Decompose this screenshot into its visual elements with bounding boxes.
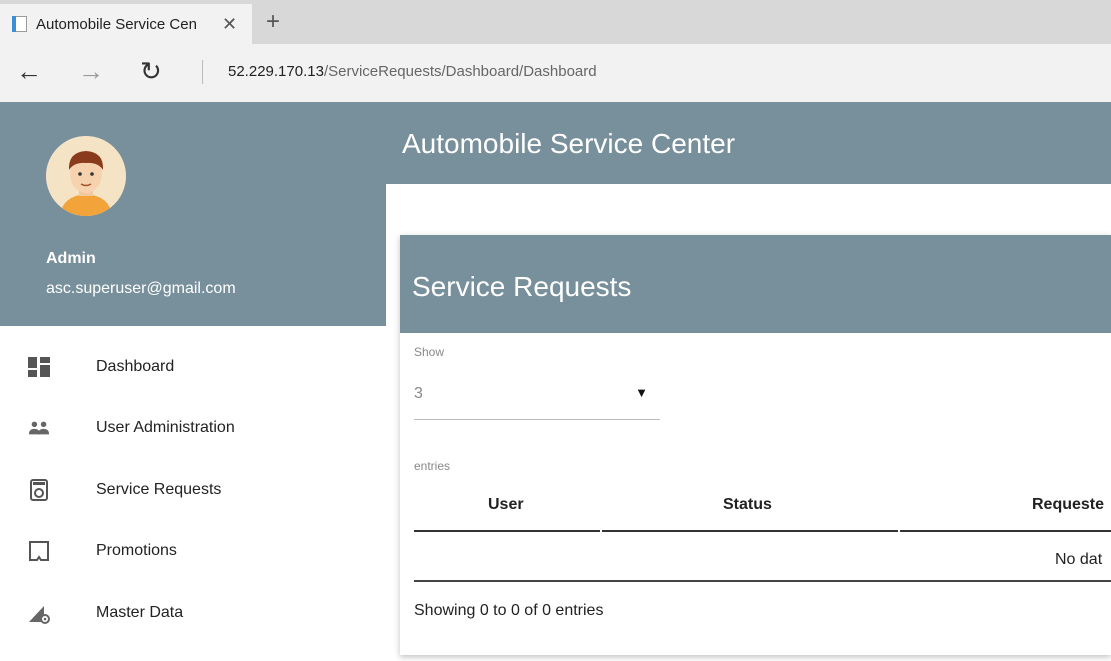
table-header-divider xyxy=(900,530,1111,532)
sidebar-item-label: User Administration xyxy=(96,419,235,437)
close-tab-icon[interactable]: ✕ xyxy=(222,14,237,35)
card-header: Service Requests xyxy=(400,235,1111,333)
card-title: Service Requests xyxy=(412,271,632,302)
toolbar-divider xyxy=(202,60,203,84)
user-profile-panel: Admin asc.superuser@gmail.com xyxy=(0,102,386,326)
column-header-user[interactable]: User xyxy=(488,496,524,514)
new-tab-button[interactable]: + xyxy=(266,10,280,34)
tab-title: Automobile Service Cen xyxy=(36,15,197,33)
service-requests-icon xyxy=(28,478,50,501)
url-host: 52.229.170.13 xyxy=(228,63,324,80)
app-title: Automobile Service Center xyxy=(402,128,736,159)
url-path: /ServiceRequests/Dashboard/Dashboard xyxy=(323,63,597,80)
table-info: Showing 0 to 0 of 0 entries xyxy=(414,602,604,619)
page-size-value: 3 xyxy=(414,385,423,402)
table-row-divider xyxy=(414,580,1111,582)
sidebar-item-promotions[interactable]: Promotions xyxy=(0,521,386,583)
table-header-divider xyxy=(414,530,600,532)
column-header-requested[interactable]: Requeste xyxy=(1032,496,1104,514)
browser-tab-bar: Automobile Service Cen ✕ + xyxy=(0,0,1111,44)
browser-tab[interactable]: Automobile Service Cen ✕ xyxy=(0,4,252,44)
chevron-down-icon: ▼ xyxy=(635,385,648,400)
back-button[interactable]: ← xyxy=(16,56,42,86)
forward-button[interactable]: → xyxy=(78,56,104,86)
sidebar-item-service-requests[interactable]: Service Requests xyxy=(0,459,386,521)
page-favicon-icon xyxy=(12,15,28,33)
table-header-divider xyxy=(602,530,898,532)
avatar xyxy=(46,136,126,216)
master-data-icon xyxy=(28,602,50,624)
show-label: Show xyxy=(414,345,445,359)
promotions-icon xyxy=(28,540,50,562)
address-bar[interactable]: 52.229.170.13/ServiceRequests/Dashboard/… xyxy=(228,63,597,80)
empty-table-message: No dat xyxy=(1055,551,1103,568)
column-header-status[interactable]: Status xyxy=(723,496,772,514)
sidebar-item-label: Service Requests xyxy=(96,480,222,498)
sidebar-item-label: Dashboard xyxy=(96,357,175,375)
sidebar-item-label: Promotions xyxy=(96,542,177,560)
refresh-button[interactable]: ↻ xyxy=(140,56,162,86)
user-email: asc.superuser@gmail.com xyxy=(46,280,236,297)
user-name: Admin xyxy=(46,250,96,267)
sidebar-item-dashboard[interactable]: Dashboard xyxy=(0,336,386,398)
dashboard-icon xyxy=(28,356,50,378)
sidebar-menu: Dashboard User Administration Service Re… xyxy=(0,336,386,644)
entries-label: entries xyxy=(414,459,451,473)
browser-toolbar: ← → ↻ 52.229.170.13/ServiceRequests/Dash… xyxy=(0,44,1111,102)
app-header: Automobile Service Center xyxy=(386,102,1111,184)
sidebar-item-user-administration[interactable]: User Administration xyxy=(0,398,386,460)
sidebar-item-label: Master Data xyxy=(96,603,184,621)
sidebar: Admin asc.superuser@gmail.com Dashboard … xyxy=(0,102,386,661)
users-icon xyxy=(28,417,50,439)
service-requests-card: Service Requests Show 3 ▼ entries User S… xyxy=(400,235,1111,655)
page-size-select[interactable]: 3 ▼ xyxy=(414,375,660,420)
sidebar-item-master-data[interactable]: Master Data xyxy=(0,582,386,644)
